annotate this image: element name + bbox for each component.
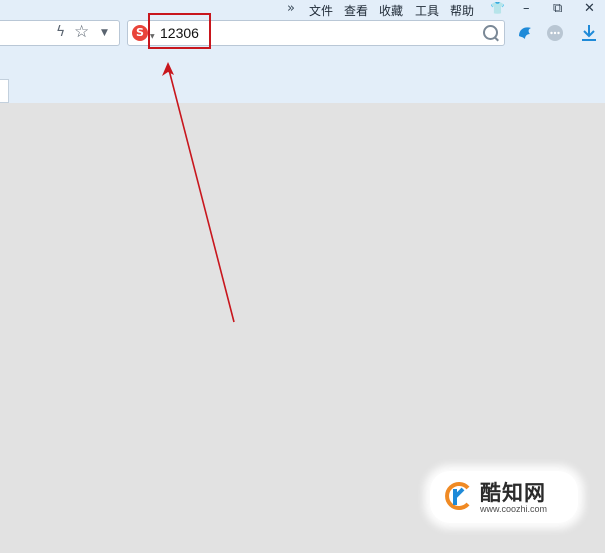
coozhi-logo-icon	[445, 482, 470, 510]
watermark-url: www.coozhi.com	[480, 504, 548, 514]
watermark-brand-text: 酷知网	[480, 481, 546, 505]
watermark-logo: 酷知网 www.coozhi.com	[430, 471, 578, 523]
